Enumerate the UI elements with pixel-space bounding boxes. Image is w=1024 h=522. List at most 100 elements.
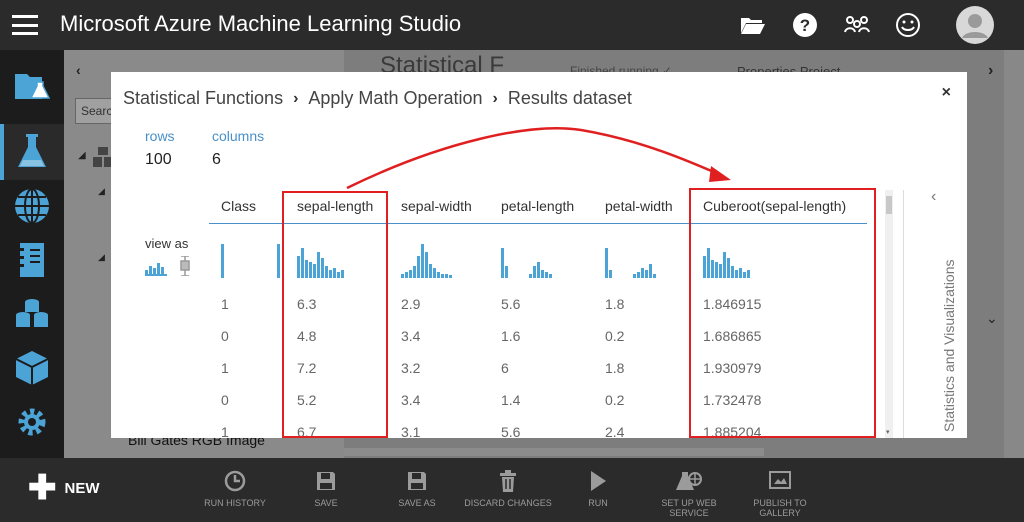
histogram-bar — [641, 268, 644, 278]
nav-web-services-icon[interactable] — [0, 178, 64, 234]
save-as-button[interactable]: SAVE AS — [372, 468, 462, 508]
table-cell[interactable]: 3.4 — [401, 392, 420, 408]
new-button[interactable]: ✚ NEW — [28, 469, 100, 507]
histogram-bar — [541, 270, 544, 278]
run-button[interactable]: RUN — [553, 468, 643, 508]
workspace-scrollbar[interactable] — [1004, 50, 1024, 458]
histogram-bar — [653, 274, 656, 278]
discard-changes-label: DISCARD CHANGES — [464, 498, 552, 508]
table-cell[interactable]: 5.6 — [501, 296, 520, 312]
expand-properties-icon[interactable]: › — [988, 62, 993, 80]
run-label: RUN — [588, 498, 608, 508]
avatar[interactable] — [955, 5, 995, 45]
publish-to-gallery-button[interactable]: PUBLISH TO GALLERY — [735, 468, 825, 518]
column-header[interactable]: petal-length — [501, 198, 574, 214]
histogram-bar — [633, 274, 636, 278]
chevron-down-icon[interactable]: ⌄ — [986, 310, 998, 327]
histogram-bar — [529, 274, 532, 278]
column-header[interactable]: sepal-width — [401, 198, 472, 214]
set-up-web-service-button[interactable]: SET UP WEB SERVICE — [644, 468, 734, 518]
table-cell[interactable]: 1.8 — [605, 296, 624, 312]
histogram-bar — [425, 252, 428, 278]
help-icon[interactable]: ? — [790, 10, 820, 40]
column-histogram[interactable] — [221, 242, 280, 278]
table-vertical-scrollbar[interactable]: ▾ — [885, 190, 893, 438]
table-cell[interactable]: 3.2 — [401, 360, 420, 376]
save-label: SAVE — [314, 498, 338, 508]
histogram-bar — [441, 274, 444, 278]
histogram-bar — [501, 248, 504, 278]
table-cell[interactable]: 0 — [221, 328, 229, 344]
column-histogram[interactable] — [605, 242, 656, 278]
save-icon — [281, 468, 371, 492]
table-cell[interactable]: 6 — [501, 360, 509, 376]
set-up-web-service-label: SET UP WEB SERVICE — [661, 498, 717, 518]
nav-trained-models-icon[interactable] — [0, 340, 64, 396]
histogram-bar — [413, 266, 416, 278]
canvas-horizontal-scrollbar[interactable] — [344, 448, 764, 456]
chevron-left-icon[interactable]: ‹ — [931, 188, 936, 206]
table-cell[interactable]: 5.6 — [501, 424, 520, 438]
table-cell[interactable]: 1 — [221, 296, 229, 312]
trash-icon — [463, 468, 553, 492]
collapse-palette-icon[interactable]: ‹ — [76, 62, 81, 78]
expand-tree-icon[interactable]: ◢ — [78, 150, 86, 161]
histogram-bar — [433, 268, 436, 278]
histogram-bar — [533, 266, 536, 278]
column-histogram[interactable] — [401, 242, 452, 278]
web-service-icon — [644, 468, 734, 492]
table-cell[interactable]: 1 — [221, 424, 229, 438]
svg-text:?: ? — [800, 16, 810, 35]
folder-open-icon[interactable] — [738, 10, 768, 40]
publish-icon — [735, 468, 825, 492]
nav-projects-icon[interactable] — [0, 58, 64, 114]
nav-settings-icon[interactable] — [0, 394, 64, 450]
histogram-bar — [445, 274, 448, 278]
column-header[interactable]: petal-width — [605, 198, 673, 214]
clock-icon — [190, 468, 280, 492]
scroll-down-arrow-icon[interactable]: ▾ — [886, 428, 890, 436]
statistics-panel-label[interactable]: Statistics and Visualizations — [941, 260, 957, 433]
discard-changes-button[interactable]: DISCARD CHANGES — [463, 468, 553, 508]
close-button[interactable]: × — [942, 84, 951, 102]
table-cell[interactable]: 3.4 — [401, 328, 420, 344]
scrollbar-thumb[interactable] — [886, 196, 892, 214]
table-cell[interactable]: 1.4 — [501, 392, 520, 408]
histogram-bar — [549, 274, 552, 278]
nav-experiments-icon[interactable] — [0, 124, 64, 180]
histogram-bar — [405, 272, 408, 278]
table-cell[interactable]: 2.4 — [605, 424, 624, 438]
histogram-bar — [605, 248, 608, 278]
table-cell[interactable]: 1.8 — [605, 360, 624, 376]
run-history-button[interactable]: RUN HISTORY — [190, 468, 280, 508]
histogram-bar — [417, 256, 420, 278]
histogram-bar — [449, 275, 452, 278]
expand-tree-icon[interactable]: ◢ — [98, 252, 105, 263]
save-button[interactable]: SAVE — [281, 468, 371, 508]
bottom-command-bar: ✚ NEW RUN HISTORY SAVE SAVE AS DISCARD C… — [0, 458, 1024, 522]
table-cell[interactable]: 1.6 — [501, 328, 520, 344]
nav-notebooks-icon[interactable] — [0, 232, 64, 288]
table-cell[interactable]: 0 — [221, 392, 229, 408]
table-cell[interactable]: 2.9 — [401, 296, 420, 312]
expand-tree-icon[interactable]: ◢ — [98, 186, 105, 197]
highlight-box-cuberoot — [689, 188, 876, 438]
app-title: Microsoft Azure Machine Learning Studio — [60, 11, 462, 36]
plus-icon: ✚ — [28, 469, 57, 507]
table-cell[interactable]: 1 — [221, 360, 229, 376]
table-cell[interactable]: 0.2 — [605, 328, 624, 344]
histogram-bar — [277, 244, 280, 278]
publish-to-gallery-label: PUBLISH TO GALLERY — [753, 498, 807, 518]
save-as-label: SAVE AS — [398, 498, 436, 508]
hamburger-menu-icon[interactable] — [12, 15, 38, 35]
smiley-feedback-icon[interactable] — [893, 10, 923, 40]
table-cell[interactable]: 3.1 — [401, 424, 420, 438]
histogram-bar — [421, 244, 424, 278]
column-histogram[interactable] — [501, 242, 552, 278]
column-header[interactable]: Class — [221, 198, 256, 214]
community-icon[interactable] — [842, 10, 872, 40]
table-cell[interactable]: 0.2 — [605, 392, 624, 408]
histogram-bar — [401, 274, 404, 278]
nav-datasets-icon[interactable] — [0, 286, 64, 342]
results-dataset-dialog: Statistical Functions › Apply Math Opera… — [111, 72, 967, 438]
